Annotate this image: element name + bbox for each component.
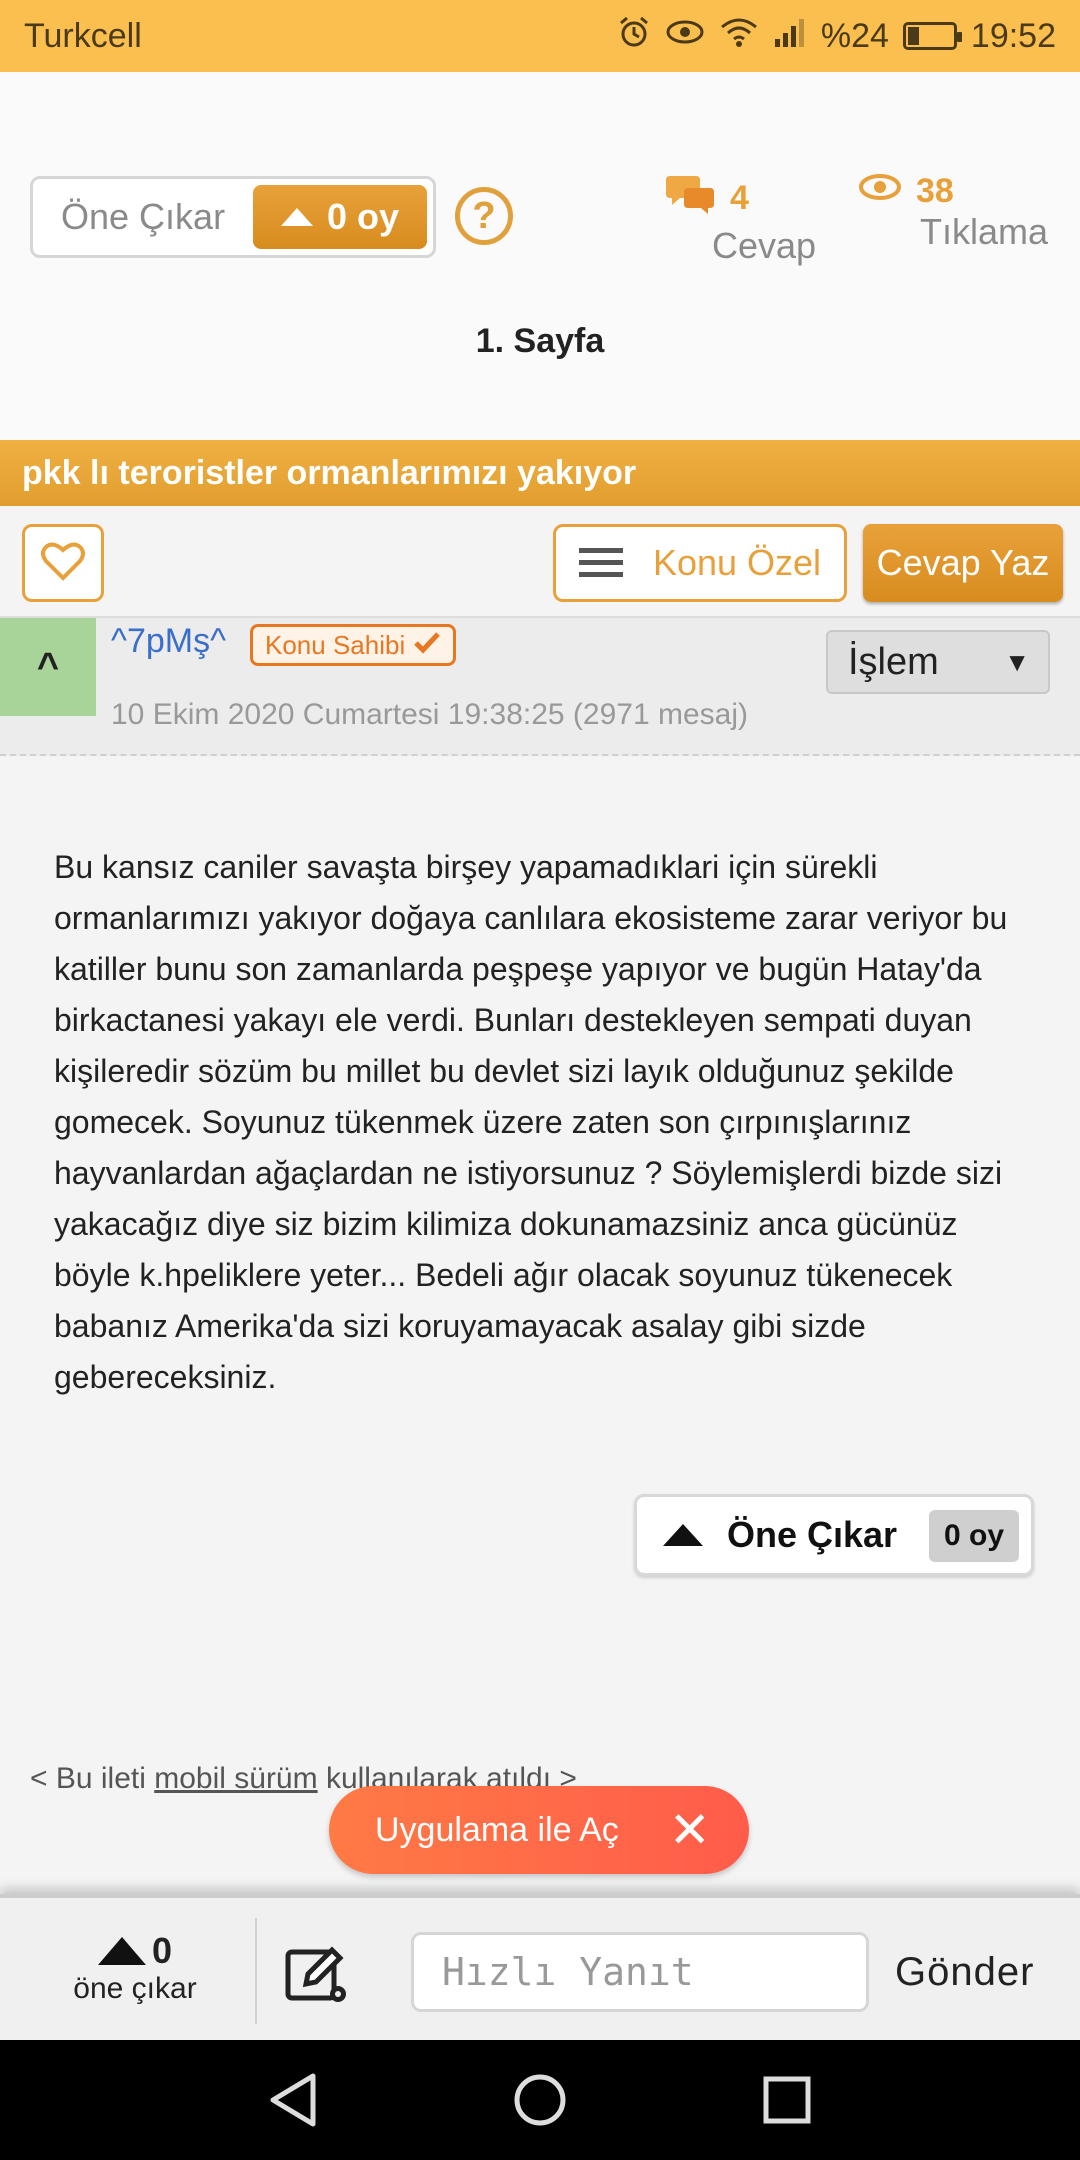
post-action-select[interactable]: İşlem ▼ xyxy=(826,630,1050,694)
topic-options-button[interactable]: Konu Özel xyxy=(553,524,847,602)
post-body: Bu kansız caniler savaşta birşey yapamad… xyxy=(54,849,1008,1395)
bottom-feature-button[interactable]: 0 öne çıkar xyxy=(40,1930,230,2006)
post-feature-button[interactable]: Öne Çıkar 0 oy xyxy=(634,1494,1034,1576)
feature-vote-box[interactable]: Öne Çıkar 0 oy xyxy=(30,176,436,258)
username-link[interactable]: ^7pMş^ xyxy=(111,622,226,661)
chat-bubbles-icon xyxy=(666,172,716,225)
views-label: Tıklama xyxy=(920,211,1049,252)
views-count: 38 xyxy=(916,172,954,210)
send-button[interactable]: Gönder xyxy=(895,1950,1034,1995)
topic-title: pkk lı teroristler ormanlarımızı yakıyor xyxy=(0,440,1080,506)
post-date: 10 Ekim 2020 Cumartesi 19:38:25 (2971 me… xyxy=(111,698,749,731)
alarm-icon xyxy=(617,15,651,58)
mobile-note-prefix: < Bu ileti xyxy=(30,1762,155,1795)
bottom-vote-label: öne çıkar xyxy=(73,1972,197,2005)
topic-options-label: Konu Özel xyxy=(652,542,822,583)
home-icon[interactable] xyxy=(500,2060,580,2140)
bottom-vote-count: 0 xyxy=(151,1930,173,1971)
menu-icon xyxy=(578,548,623,578)
battery-percent: %24 xyxy=(820,16,889,55)
back-icon[interactable] xyxy=(253,2060,333,2140)
arrow-up-icon xyxy=(97,1937,146,1965)
write-reply-button[interactable]: Cevap Yaz xyxy=(863,524,1063,602)
replies-stat: 4 Cevap xyxy=(664,172,816,267)
open-in-app-banner[interactable]: Uygulama ile Aç ✕ xyxy=(329,1786,749,1874)
reply-bar: 0 öne çıkar Hızlı Yanıt Gönder xyxy=(0,1894,1080,2040)
open-in-app-label: Uygulama ile Aç xyxy=(375,1810,619,1849)
recents-icon[interactable] xyxy=(747,2060,827,2140)
close-icon[interactable]: ✕ xyxy=(669,1805,711,1855)
heart-icon xyxy=(41,541,85,586)
status-bar: Turkcell %24 19:52 xyxy=(0,0,1080,72)
system-nav-bar xyxy=(0,2040,1080,2160)
divider xyxy=(255,1918,257,2024)
edit-settings-icon[interactable] xyxy=(284,1942,354,2008)
feature-label: Öne Çıkar xyxy=(61,196,226,237)
views-stat: 38 Tıklama xyxy=(858,172,1048,253)
page-title: 1. Sayfa xyxy=(475,322,605,360)
owner-badge-label: Konu Sahibi xyxy=(265,629,406,660)
post-vote-count: 0 oy xyxy=(929,1510,1019,1562)
thread-header: Öne Çıkar 0 oy ? 4 Cevap 38 Tıklama 1. S… xyxy=(0,72,1080,440)
favorite-button[interactable] xyxy=(22,524,104,602)
mobile-version-link[interactable]: mobil sürüm xyxy=(154,1762,317,1795)
post-action-label: İşlem xyxy=(848,640,939,683)
replies-label: Cevap xyxy=(712,225,817,266)
user-rank: ^ xyxy=(0,618,96,716)
replies-count: 4 xyxy=(730,179,749,217)
status-icons: %24 19:52 xyxy=(617,15,1056,58)
upvote-button[interactable]: 0 oy xyxy=(253,185,427,249)
signal-icon xyxy=(773,17,807,56)
owner-badge: Konu Sahibi xyxy=(250,624,457,666)
post-header: ^ ^7pMş^ Konu Sahibi İşlem ▼ 10 Ekim 202… xyxy=(0,618,1080,756)
arrow-up-icon xyxy=(663,1524,703,1546)
arrow-up-icon xyxy=(280,208,313,226)
topic-actions: Konu Özel Cevap Yaz xyxy=(0,506,1080,618)
dropdown-arrow-icon: ▼ xyxy=(1004,646,1030,677)
clock: 19:52 xyxy=(970,16,1056,55)
battery-icon xyxy=(902,22,962,50)
help-button[interactable]: ? xyxy=(455,187,513,245)
eye-comfort-icon xyxy=(665,17,705,56)
eye-icon xyxy=(858,172,902,211)
carrier-name: Turkcell xyxy=(24,16,142,55)
vote-count: 0 oy xyxy=(326,196,400,237)
check-icon xyxy=(413,630,441,661)
wifi-icon xyxy=(719,16,759,57)
quick-reply-input[interactable]: Hızlı Yanıt xyxy=(411,1932,869,2012)
post-feature-label: Öne Çıkar xyxy=(727,1514,898,1555)
